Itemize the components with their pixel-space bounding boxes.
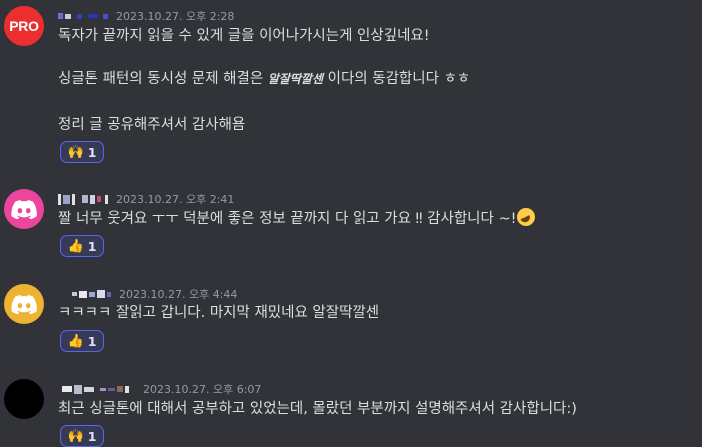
message-header: 2023.10.27. 오후 2:28 bbox=[58, 7, 234, 25]
message-text: 짤 너무 웃겨요 ㅜㅜ 덕분에 좋은 정보 끝까지 다 읽고 가요 ‼ 감사합니… bbox=[58, 208, 536, 229]
username-redacted[interactable] bbox=[58, 193, 108, 205]
timestamp: 2023.10.27. 오후 2:28 bbox=[116, 10, 235, 23]
avatar[interactable]: PRO bbox=[4, 6, 44, 46]
reaction-count: 1 bbox=[87, 238, 97, 254]
reaction-button[interactable]: 🙌 1 bbox=[60, 425, 104, 447]
discord-icon bbox=[11, 295, 37, 314]
message-header: 2023.10.27. 오후 6:07 bbox=[58, 380, 261, 398]
message-text: 정리 글 공유해주셔서 감사해욤 bbox=[58, 117, 246, 133]
avatar-label: PRO bbox=[9, 18, 39, 34]
message-text: 독자가 끝까지 읽을 수 있게 글을 이어나가시는게 인상깊네요! bbox=[58, 28, 430, 44]
thumbs-up-icon: 👍 bbox=[67, 238, 84, 254]
timestamp: 2023.10.27. 오후 6:07 bbox=[143, 383, 262, 396]
rofl-emoji-icon bbox=[517, 208, 536, 226]
reaction-count: 1 bbox=[87, 333, 97, 349]
reaction-button[interactable]: 👍 1 bbox=[60, 330, 104, 352]
message-text: ㅋㅋㅋㅋ 잘읽고 갑니다. 마지막 재밌네요 알잘딱깔센 bbox=[58, 305, 380, 321]
username-redacted[interactable] bbox=[58, 10, 108, 22]
highlighted-text: 알잘딱깔센 bbox=[267, 72, 324, 86]
avatar[interactable] bbox=[4, 189, 44, 229]
message-text: 싱글톤 패턴의 동시성 문제 해결은 알잘딱깔센 이다의 동감합니다 ㅎㅎ bbox=[58, 69, 470, 89]
discord-icon bbox=[11, 200, 37, 219]
reaction-button[interactable]: 🙌 1 bbox=[60, 141, 104, 163]
message-header: 2023.10.27. 오후 4:44 bbox=[58, 285, 237, 303]
message-text-part: 짤 너무 웃겨요 ㅜㅜ 덕분에 좋은 정보 끝까지 다 읽고 가요 ‼ 감사합니… bbox=[58, 211, 517, 227]
timestamp: 2023.10.27. 오후 2:41 bbox=[116, 193, 235, 206]
username-redacted[interactable] bbox=[72, 288, 111, 300]
avatar[interactable] bbox=[4, 284, 44, 324]
raised-hands-icon: 🙌 bbox=[67, 144, 84, 160]
avatar[interactable] bbox=[4, 379, 44, 419]
reaction-button[interactable]: 👍 1 bbox=[60, 235, 104, 257]
timestamp: 2023.10.27. 오후 4:44 bbox=[119, 288, 238, 301]
username-redacted[interactable] bbox=[62, 383, 129, 395]
reaction-count: 1 bbox=[87, 144, 97, 160]
thumbs-up-icon: 👍 bbox=[67, 333, 84, 349]
message-text-part: 싱글톤 패턴의 동시성 문제 해결은 bbox=[58, 71, 264, 87]
message-text-part: 이다의 동감합니다 ㅎㅎ bbox=[327, 71, 471, 87]
raised-hands-icon: 🙌 bbox=[67, 428, 84, 444]
message-text: 최근 싱글톤에 대해서 공부하고 있었는데, 몰랐던 부분까지 설명해주셔서 감… bbox=[58, 401, 577, 417]
reaction-count: 1 bbox=[87, 428, 97, 444]
message-header: 2023.10.27. 오후 2:41 bbox=[58, 190, 234, 208]
